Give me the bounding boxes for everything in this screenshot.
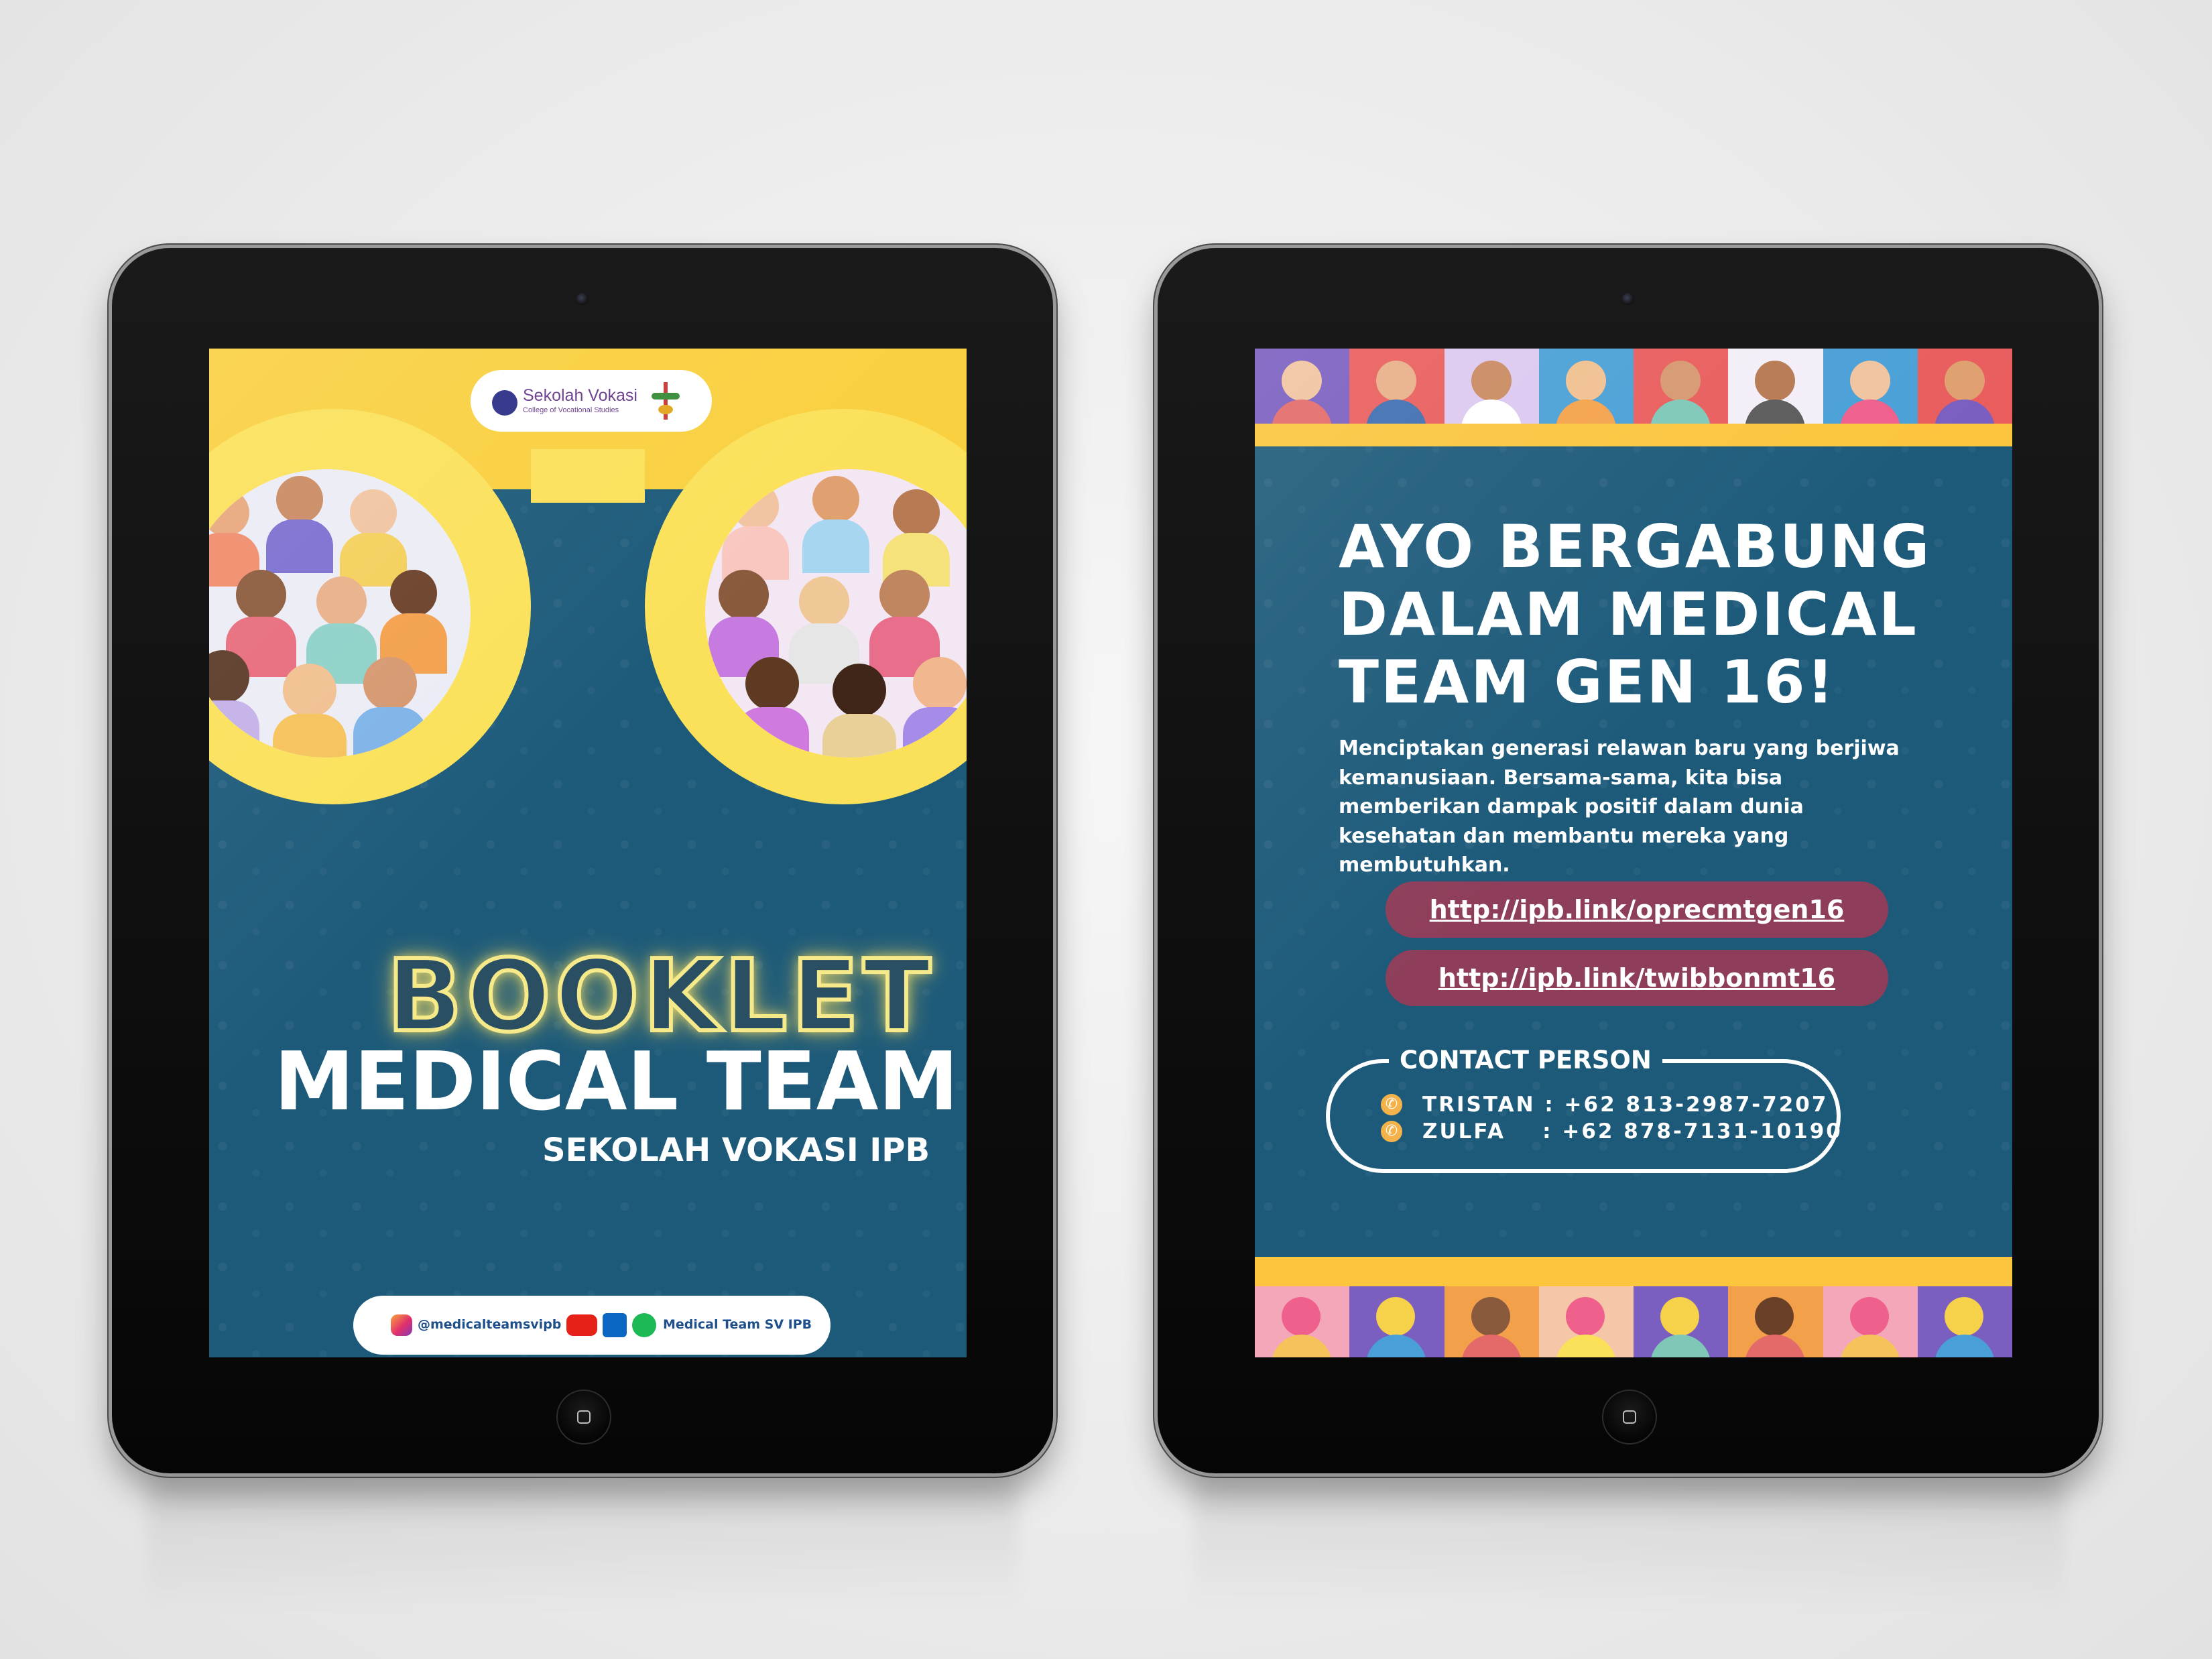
headline: AYO BERGABUNG DALAM MEDICAL TEAM GEN 16!	[1339, 513, 1931, 717]
instagram-handle[interactable]: @medicalteamsvipb	[418, 1317, 561, 1332]
avatar-tile	[1349, 1286, 1445, 1357]
avatar-tile	[1917, 1286, 2012, 1357]
avatar-tile	[1728, 1286, 1823, 1357]
contact-title: CONTACT PERSON	[1389, 1046, 1662, 1074]
right-crowd-illustration	[705, 469, 967, 757]
spotify-icon[interactable]	[632, 1313, 656, 1337]
front-camera-icon	[1622, 293, 1634, 305]
avatar-tile	[1634, 349, 1729, 424]
yellow-bridge	[531, 449, 645, 503]
instagram-icon[interactable]	[391, 1314, 412, 1336]
avatar-tile	[1538, 1286, 1634, 1357]
avatar-tile	[1634, 1286, 1729, 1357]
ipb-seal-icon	[492, 390, 517, 416]
bottom-yellow-band	[1255, 1257, 2012, 1286]
left-screen[interactable]: Sekolah Vokasi College of Vocational Stu…	[209, 349, 967, 1357]
front-camera-icon	[576, 293, 589, 305]
linkedin-icon[interactable]	[603, 1313, 627, 1337]
headline-line: AYO BERGABUNG	[1339, 512, 1932, 581]
page-subtitle: SEKOLAH VOKASI IPB	[542, 1131, 930, 1169]
avatar-tile	[1823, 349, 1918, 424]
bottom-avatar-strip	[1255, 1286, 2012, 1357]
avatar-tile	[1728, 349, 1823, 424]
social-media-bar: @medicalteamsvipb Medical Team SV IPB	[353, 1296, 831, 1355]
channel-name[interactable]: Medical Team SV IPB	[663, 1317, 812, 1332]
right-screen[interactable]: AYO BERGABUNG DALAM MEDICAL TEAM GEN 16!…	[1255, 349, 2012, 1357]
avatar-tile	[1538, 349, 1634, 424]
logo-name: Sekolah Vokasi	[523, 386, 637, 405]
home-button[interactable]	[1602, 1390, 1657, 1445]
headline-line: TEAM GEN 16!	[1339, 648, 1836, 717]
description-text: Menciptakan generasi relawan baru yang b…	[1339, 737, 1900, 877]
phone-icon: ✆	[1381, 1121, 1402, 1142]
institution-logo-badge: Sekolah Vokasi College of Vocational Stu…	[471, 370, 712, 432]
avatar-tile	[1823, 1286, 1918, 1357]
avatar-tile	[1349, 349, 1445, 424]
home-button[interactable]	[556, 1390, 611, 1445]
logo-subtitle: College of Vocational Studies	[523, 406, 619, 414]
youtube-icon[interactable]	[566, 1314, 597, 1336]
avatar-tile	[1255, 349, 1350, 424]
avatar-tile	[1917, 349, 2012, 424]
contact-person-line[interactable]: ZULFA : +62 878-7131-10190	[1422, 1119, 1843, 1144]
page-title: MEDICAL TEAM	[274, 1036, 959, 1129]
headline-line: DALAM MEDICAL	[1339, 580, 1918, 650]
top-yellow-band	[1255, 424, 2012, 446]
phone-icon: ✆	[1381, 1094, 1402, 1115]
contact-person-line[interactable]: TRISTAN : +62 813-2987-7207	[1422, 1093, 1828, 1117]
registration-link-button[interactable]: http://ipb.link/oprecmtgen16	[1386, 881, 1888, 938]
left-tablet-reflection	[147, 1478, 1019, 1612]
avatar-tile	[1255, 1286, 1350, 1357]
twibbon-link-button[interactable]: http://ipb.link/twibbonmt16	[1386, 950, 1888, 1006]
avatar-tile	[1444, 1286, 1539, 1357]
medical-team-emblem-icon	[649, 382, 682, 420]
top-avatar-strip	[1255, 349, 2012, 424]
left-tablet: Sekolah Vokasi College of Vocational Stu…	[112, 248, 1053, 1473]
right-tablet-reflection	[1193, 1478, 2065, 1612]
right-tablet: AYO BERGABUNG DALAM MEDICAL TEAM GEN 16!…	[1158, 248, 2099, 1473]
avatar-tile	[1444, 349, 1539, 424]
